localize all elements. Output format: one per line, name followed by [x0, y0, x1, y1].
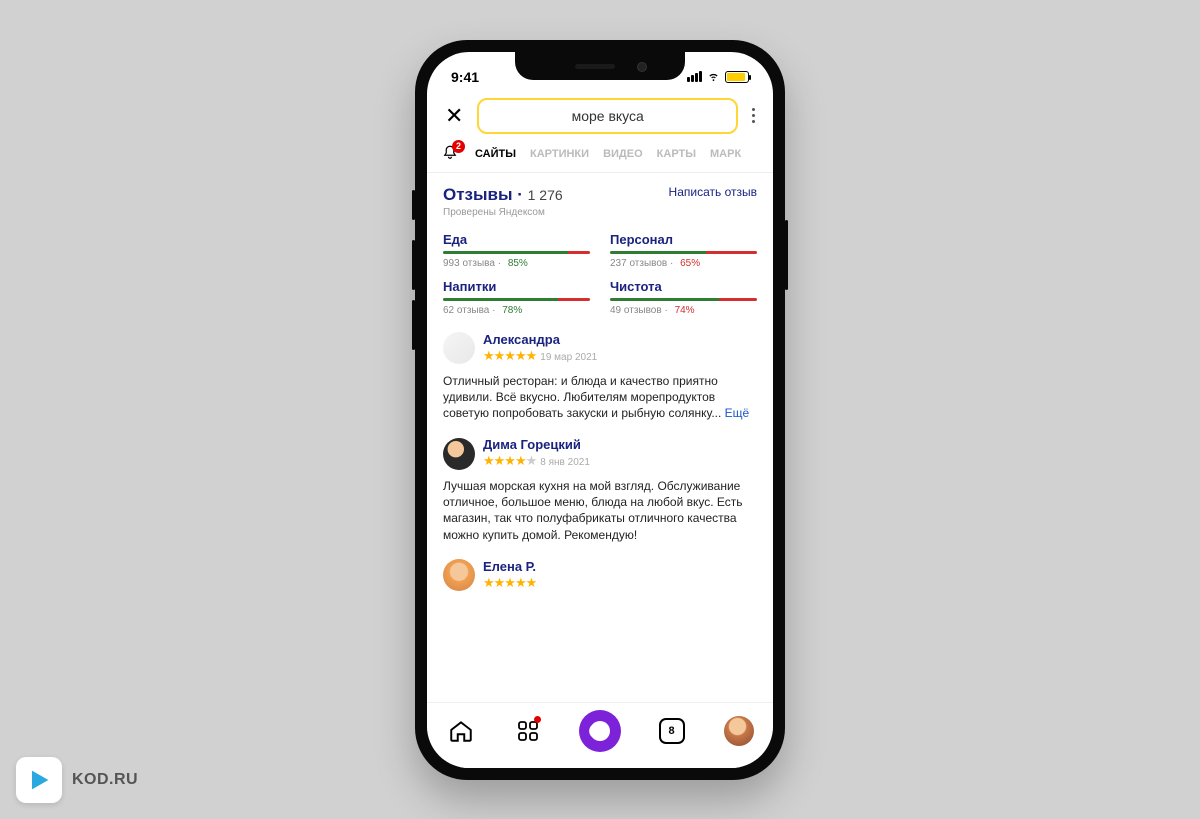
- tab-maps[interactable]: КАРТЫ: [657, 148, 696, 160]
- category-title: Персонал: [610, 232, 757, 247]
- category-meta: 49 отзывов · 74%: [610, 305, 757, 316]
- nav-tabs[interactable]: 8: [655, 714, 689, 748]
- category-meta: 237 отзывов · 65%: [610, 258, 757, 269]
- bell-badge: 2: [452, 140, 465, 153]
- watermark: KOD.RU: [16, 757, 138, 803]
- review-avatar: [443, 332, 475, 364]
- nav-home[interactable]: [444, 714, 478, 748]
- reviews-list: Александра ★★★★★ 19 мар 2021 Отличный рес…: [443, 332, 757, 592]
- tab-market[interactable]: МАРК: [710, 148, 741, 160]
- category-item[interactable]: Чистота 49 отзывов · 74%: [610, 279, 757, 316]
- review-stars: ★★★★★: [483, 453, 536, 468]
- wifi-icon: [706, 71, 721, 82]
- nav-apps[interactable]: [511, 714, 545, 748]
- reviews-title: Отзывы · 1 276: [443, 185, 563, 205]
- review-avatar: [443, 438, 475, 470]
- review-more[interactable]: Ещё: [725, 406, 750, 420]
- more-icon[interactable]: [748, 104, 759, 127]
- status-time: 9:41: [451, 69, 479, 85]
- tab-images[interactable]: КАРТИНКИ: [530, 148, 589, 160]
- status-indicators: [687, 71, 749, 83]
- reviews-header: Отзывы · 1 276 Проверены Яндексом Написа…: [443, 185, 757, 218]
- review-avatar: [443, 559, 475, 591]
- category-item[interactable]: Еда 993 отзыва · 85%: [443, 232, 590, 269]
- screen: 9:41 ✕ море вкуса 2 САЙТЫ КАРТИНКИ ВИДЕО…: [427, 52, 773, 768]
- review-item: Дима Горецкий ★★★★★ 8 янв 2021 Лучшая мор…: [443, 437, 757, 543]
- content: Отзывы · 1 276 Проверены Яндексом Написа…: [427, 173, 773, 699]
- close-icon[interactable]: ✕: [441, 101, 467, 131]
- reviews-count: 1 276: [528, 187, 563, 203]
- category-title: Еда: [443, 232, 590, 247]
- review-date: 19 мар 2021: [540, 352, 597, 363]
- tabs-row: 2 САЙТЫ КАРТИНКИ ВИДЕО КАРТЫ МАРК: [427, 140, 773, 173]
- category-meta: 993 отзыва · 85%: [443, 258, 590, 269]
- tab-video[interactable]: ВИДЕО: [603, 148, 643, 160]
- nav-alice[interactable]: [579, 710, 621, 752]
- reviews-verified: Проверены Яндексом: [443, 207, 563, 218]
- category-title: Напитки: [443, 279, 590, 294]
- category-meta: 62 отзыва · 78%: [443, 305, 590, 316]
- signal-icon: [687, 71, 702, 82]
- profile-avatar: [724, 716, 754, 746]
- apps-notification-dot: [534, 716, 541, 723]
- bell-icon[interactable]: 2: [441, 144, 461, 164]
- review-item: Елена Р. ★★★★★: [443, 559, 757, 592]
- nav-profile[interactable]: [722, 714, 756, 748]
- watermark-icon: [16, 757, 62, 803]
- category-item[interactable]: Напитки 62 отзыва · 78%: [443, 279, 590, 316]
- review-text: Лучшая морская кухня на мой взгляд. Обсл…: [443, 478, 757, 543]
- category-bar: [443, 298, 590, 301]
- category-bar: [610, 251, 757, 254]
- tabs-count: 8: [659, 718, 685, 744]
- battery-icon: [725, 71, 749, 83]
- review-stars: ★★★★★: [483, 575, 536, 590]
- write-review-link[interactable]: Написать отзыв: [669, 185, 757, 199]
- review-author[interactable]: Елена Р.: [483, 559, 540, 574]
- search-input[interactable]: море вкуса: [477, 98, 738, 134]
- review-author[interactable]: Дима Горецкий: [483, 437, 590, 452]
- category-item[interactable]: Персонал 237 отзывов · 65%: [610, 232, 757, 269]
- category-title: Чистота: [610, 279, 757, 294]
- bottom-nav: 8: [427, 702, 773, 768]
- categories-grid: Еда 993 отзыва · 85% Персонал 237 отзывов…: [443, 232, 757, 316]
- phone-frame: 9:41 ✕ море вкуса 2 САЙТЫ КАРТИНКИ ВИДЕО…: [415, 40, 785, 780]
- review-stars: ★★★★★: [483, 348, 536, 363]
- search-bar: ✕ море вкуса: [427, 92, 773, 140]
- review-date: 8 янв 2021: [540, 457, 590, 468]
- category-bar: [443, 251, 590, 254]
- review-author[interactable]: Александра: [483, 332, 597, 347]
- watermark-text: KOD.RU: [72, 771, 138, 789]
- review-item: Александра ★★★★★ 19 мар 2021 Отличный рес…: [443, 332, 757, 422]
- review-text: Отличный ресторан: и блюда и качество пр…: [443, 373, 757, 422]
- notch: [515, 52, 685, 80]
- category-bar: [610, 298, 757, 301]
- tab-sites[interactable]: САЙТЫ: [475, 148, 516, 160]
